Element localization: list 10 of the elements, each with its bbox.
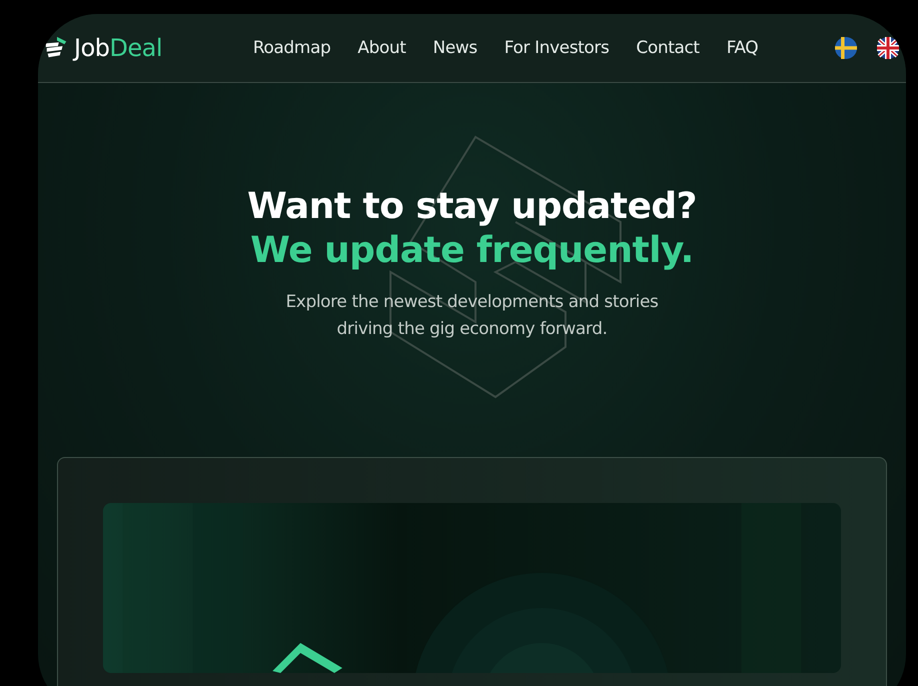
hero-subtitle: We update frequently.	[249, 229, 695, 273]
hero-title: Want to stay updated?	[246, 185, 698, 229]
nav-link[interactable]: Roadmap	[253, 38, 331, 58]
nav-link[interactable]: Contact	[636, 38, 700, 58]
nav-link[interactable]: About	[358, 38, 406, 58]
logo-text[interactable]: JobDeal	[74, 34, 162, 62]
nav-link[interactable]: News	[432, 38, 478, 58]
nav-link[interactable]: FAQ	[726, 38, 758, 58]
hero-text: Explore the newest developments and stories driving the gig economy forward.	[284, 291, 660, 341]
nav-link[interactable]: For Investors	[504, 38, 610, 58]
